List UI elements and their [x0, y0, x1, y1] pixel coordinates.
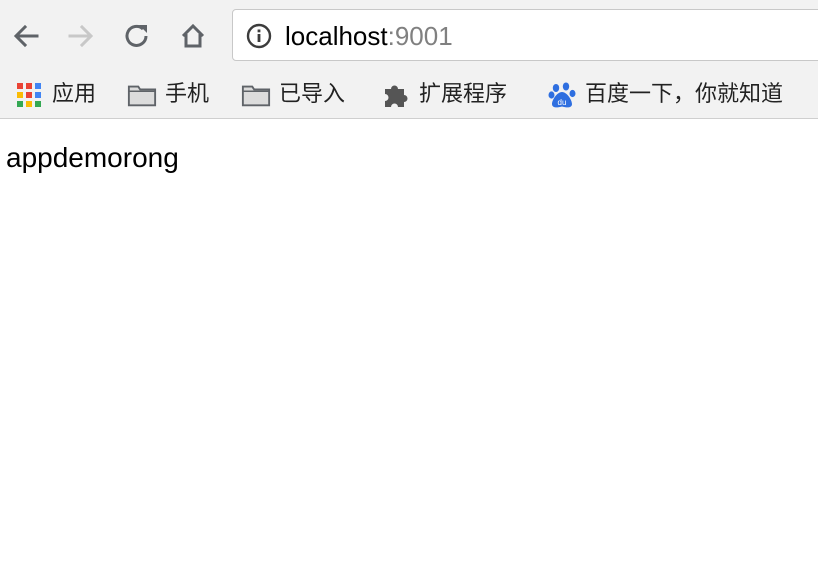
home-icon — [181, 23, 205, 48]
svg-text:du: du — [558, 98, 567, 107]
page-text: appdemorong — [6, 142, 179, 173]
bookmark-folder-imported[interactable]: 已导入 — [241, 72, 345, 118]
back-button[interactable] — [10, 19, 42, 53]
home-button[interactable] — [177, 19, 209, 53]
back-arrow-icon — [13, 24, 39, 48]
browser-toolbar: localhost:9001 — [0, 0, 818, 72]
info-icon[interactable] — [246, 23, 272, 49]
bookmark-extensions-label: 扩展程序 — [419, 82, 508, 107]
bookmark-baidu-label: 百度一下，你就知道 — [585, 82, 784, 107]
forward-button[interactable] — [65, 19, 97, 53]
bookmark-apps-label: 应用 — [52, 82, 97, 107]
reload-button[interactable] — [121, 19, 153, 53]
address-bar[interactable]: localhost:9001 — [232, 9, 818, 61]
url-text[interactable]: localhost:9001 — [285, 20, 453, 52]
bookmark-baidu[interactable]: du 百度一下，你就知道 — [547, 72, 783, 118]
puzzle-icon — [381, 80, 411, 110]
apps-grid-icon — [14, 80, 44, 110]
forward-arrow-icon — [68, 24, 94, 48]
reload-icon — [125, 24, 148, 47]
folder-icon — [127, 80, 157, 110]
bookmark-extensions[interactable]: 扩展程序 — [381, 72, 507, 118]
url-host: localhost — [285, 21, 388, 51]
bookmark-folder-phone[interactable]: 手机 — [127, 72, 209, 118]
bookmark-apps[interactable]: 应用 — [14, 72, 96, 118]
url-port: :9001 — [387, 21, 453, 51]
baidu-paw-icon: du — [547, 80, 577, 110]
bookmark-phone-label: 手机 — [165, 82, 210, 107]
bookmarks-bar: 应用 手机 已导入 扩展程序 du 百度一下，你就知道 — [0, 72, 818, 119]
folder-icon — [241, 80, 271, 110]
bookmark-imported-label: 已导入 — [279, 82, 346, 107]
